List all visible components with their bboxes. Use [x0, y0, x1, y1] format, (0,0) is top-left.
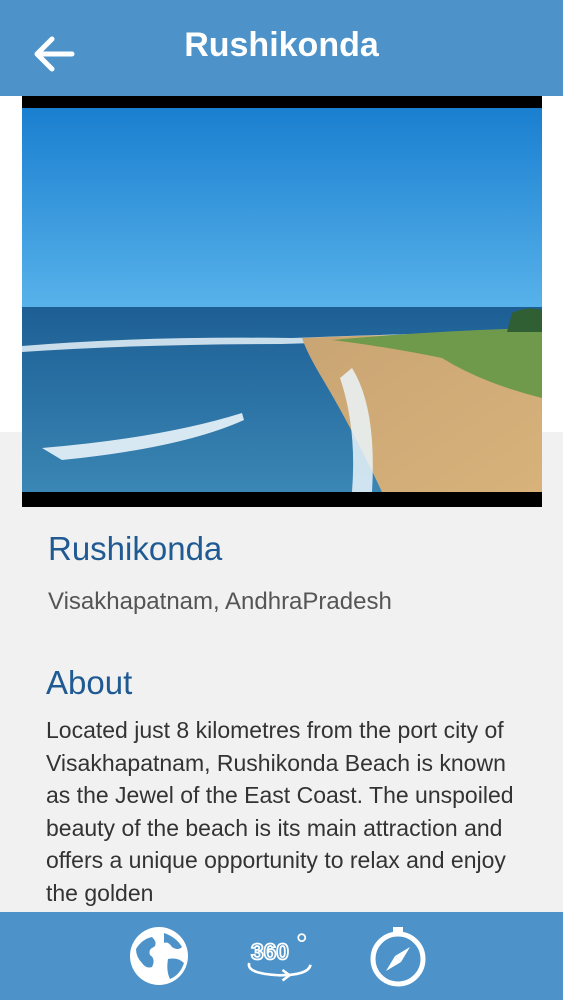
app-header: Rushikonda [0, 0, 563, 96]
globe-button[interactable] [124, 922, 194, 990]
bottom-navigation: 360 [0, 912, 563, 1000]
video-player[interactable] [22, 96, 542, 507]
view-360-button[interactable]: 360 [244, 922, 314, 990]
svg-text:360: 360 [251, 939, 289, 965]
about-description: Located just 8 kilometres from the port … [46, 717, 514, 906]
view-360-icon: 360 [247, 933, 312, 982]
place-name: Rushikonda [48, 530, 223, 567]
beach-video-frame [22, 108, 542, 492]
about-heading: About [46, 664, 133, 701]
globe-icon [130, 927, 188, 985]
compass-icon [370, 927, 426, 987]
compass-button[interactable] [363, 922, 433, 990]
page-title: Rushikonda [184, 26, 379, 64]
place-location: Visakhapatnam, AndhraPradesh [48, 588, 392, 615]
